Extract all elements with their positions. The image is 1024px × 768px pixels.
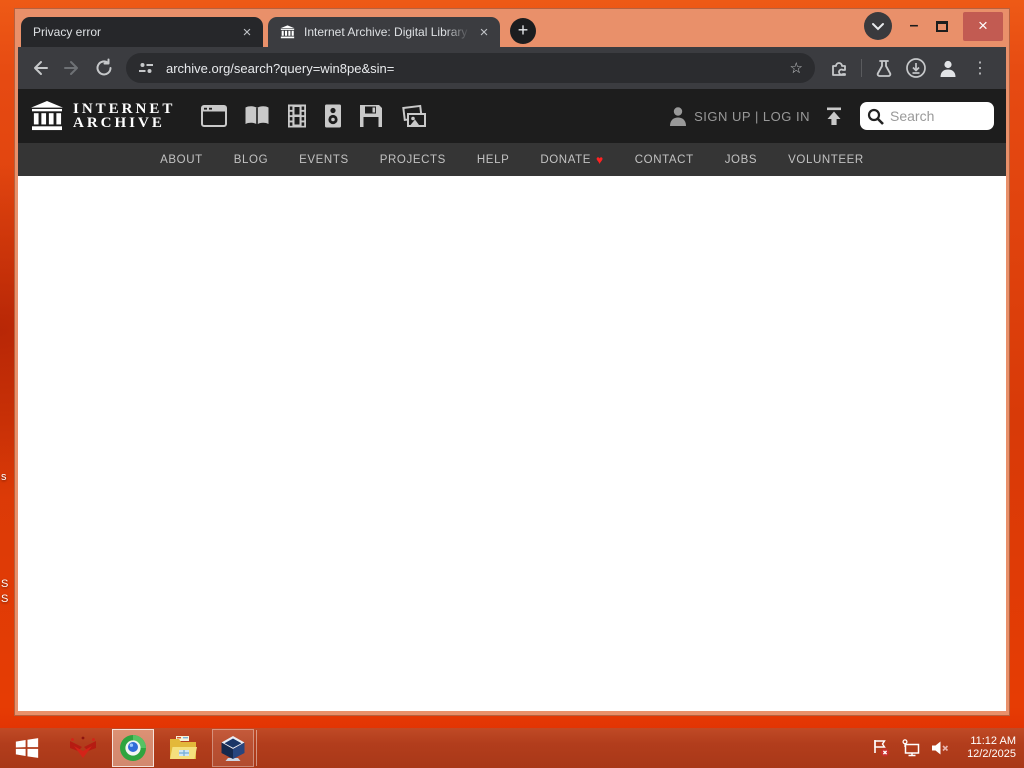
minimize-button[interactable]: – [905, 17, 923, 35]
archive-nav: ABOUT BLOG EVENTS PROJECTS HELP DONATE ♥… [18, 143, 1006, 176]
web-icon[interactable] [201, 105, 228, 127]
downloads-icon[interactable] [900, 52, 932, 84]
tab-title: Internet Archive: Digital Library [304, 25, 468, 39]
archive-header-right: SIGN UP | LOG IN [669, 102, 994, 130]
archive-wordmark[interactable]: INTERNET ARCHIVE [73, 101, 176, 131]
browser-menu-icon[interactable]: ⋮ [964, 52, 996, 84]
nav-contact[interactable]: CONTACT [635, 154, 694, 166]
desktop-icon-label-fragment: S [1, 578, 9, 590]
software-icon[interactable] [359, 104, 383, 128]
search-icon [867, 108, 884, 125]
signup-login-link[interactable]: SIGN UP | LOG IN [694, 109, 810, 124]
url-text[interactable]: archive.org/search?query=win8pe&sin= [166, 61, 782, 76]
close-tab-icon[interactable]: × [239, 25, 255, 40]
virtualbox-taskbar-icon[interactable] [212, 729, 254, 767]
internet-archive-favicon [280, 24, 296, 40]
bookmark-star-icon[interactable]: ☆ [790, 59, 803, 77]
desktop-icon-label-fragment: s [1, 471, 7, 483]
nav-volunteer[interactable]: VOLUNTEER [788, 154, 864, 166]
chrome-taskbar-icon[interactable] [112, 729, 154, 767]
archive-header: INTERNET ARCHIVE SIGN UP | LOG IN Search [18, 89, 1006, 143]
browser-window: Privacy error × Internet Archive: Digita… [14, 8, 1010, 716]
close-window-button[interactable]: × [963, 11, 1003, 41]
forward-button[interactable] [56, 52, 88, 84]
wordmark-line1: INTERNET [73, 101, 176, 117]
nav-donate-label: DONATE [540, 153, 592, 166]
heart-icon: ♥ [596, 152, 604, 167]
back-button[interactable] [24, 52, 56, 84]
system-tray: 11:12 AM 12/2/2025 [872, 735, 1024, 762]
internet-archive-logo[interactable] [30, 101, 64, 131]
wordmark-line2: ARCHIVE [73, 115, 165, 131]
clock-time: 11:12 AM [970, 734, 1016, 747]
nav-help[interactable]: HELP [477, 154, 509, 166]
maximize-button[interactable] [936, 20, 948, 32]
address-bar[interactable]: archive.org/search?query=win8pe&sin= ☆ [126, 53, 815, 83]
extensions-icon[interactable] [823, 52, 855, 84]
tab-search-button[interactable] [864, 12, 892, 40]
close-tab-icon[interactable]: × [476, 25, 492, 40]
toolbar-divider [861, 59, 862, 77]
red-app-taskbar-icon[interactable] [62, 729, 104, 767]
clock-date: 12/2/2025 [967, 748, 1016, 760]
file-explorer-taskbar-icon[interactable] [162, 729, 204, 767]
nav-projects[interactable]: PROJECTS [380, 154, 446, 166]
action-center-flag-icon[interactable] [872, 739, 890, 757]
nav-jobs[interactable]: JOBS [725, 154, 757, 166]
media-type-icons [201, 104, 427, 128]
nav-blog[interactable]: BLOG [234, 154, 268, 166]
nav-donate[interactable]: DONATE ♥ [540, 153, 603, 167]
audio-icon[interactable] [324, 104, 342, 128]
labs-flask-icon[interactable] [868, 52, 900, 84]
desktop-icon-label-fragment: S [1, 593, 9, 605]
images-icon[interactable] [400, 104, 427, 128]
profile-avatar-icon[interactable] [932, 52, 964, 84]
tab-privacy-error[interactable]: Privacy error × [21, 17, 263, 47]
tab-internet-archive[interactable]: Internet Archive: Digital Library × [268, 17, 500, 47]
texts-icon[interactable] [244, 105, 270, 127]
network-status-icon[interactable] [901, 739, 920, 757]
web-page: INTERNET ARCHIVE SIGN UP | LOG IN Search… [18, 89, 1006, 711]
browser-toolbar: archive.org/search?query=win8pe&sin= ☆ ⋮ [18, 47, 1006, 89]
volume-muted-icon[interactable] [931, 739, 950, 757]
page-content-blank [18, 176, 1006, 711]
taskbar-clock[interactable]: 11:12 AM 12/2/2025 [967, 735, 1016, 762]
new-tab-button[interactable]: + [510, 18, 536, 44]
tab-title: Privacy error [33, 25, 102, 39]
browser-titlebar: Privacy error × Internet Archive: Digita… [18, 9, 1006, 47]
nav-events[interactable]: EVENTS [299, 154, 349, 166]
archive-search-input[interactable] [890, 108, 982, 124]
person-icon [669, 106, 687, 126]
window-controls: – × [864, 9, 1003, 43]
upload-icon[interactable] [824, 106, 844, 126]
site-settings-icon[interactable] [138, 60, 154, 76]
reload-button[interactable] [88, 52, 120, 84]
nav-about[interactable]: ABOUT [160, 154, 203, 166]
windows-taskbar: 11:12 AM 12/2/2025 [0, 728, 1024, 768]
archive-search-box[interactable] [860, 102, 994, 130]
start-button[interactable] [6, 729, 48, 767]
taskbar-separator [256, 730, 257, 766]
video-icon[interactable] [287, 104, 307, 128]
